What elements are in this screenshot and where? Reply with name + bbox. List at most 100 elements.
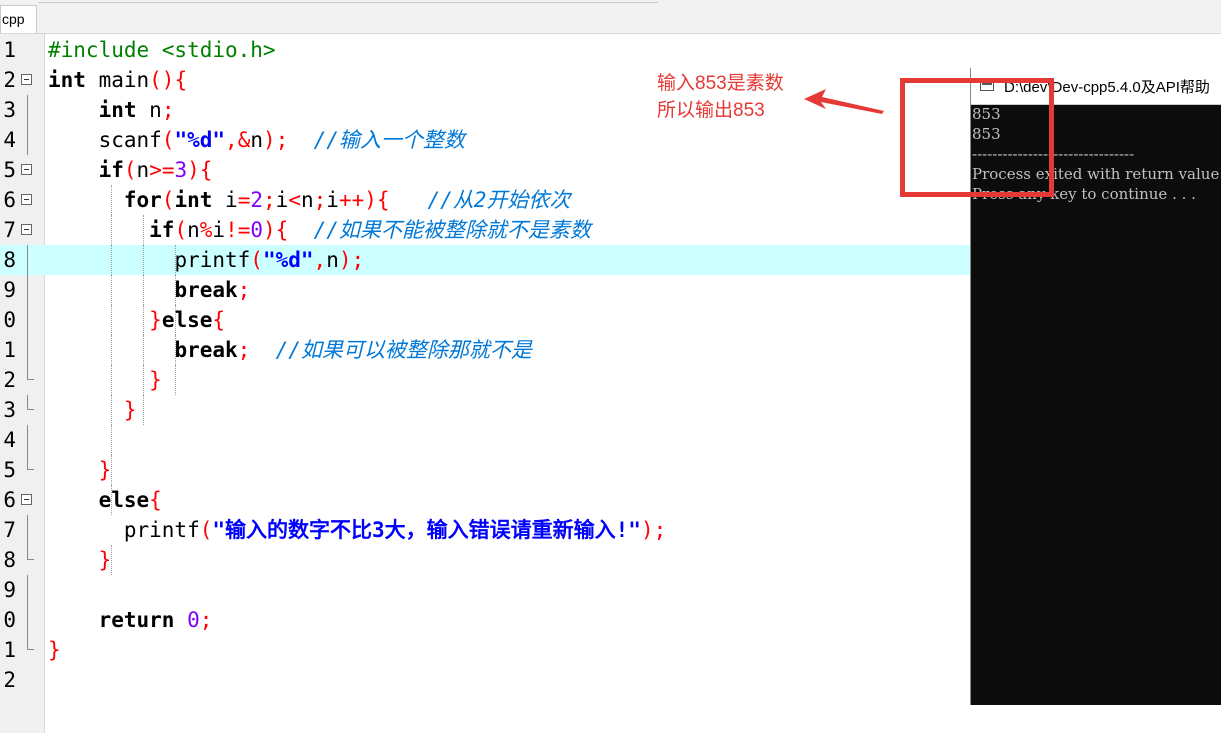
- code-token: n: [326, 248, 339, 272]
- code-token: );: [640, 518, 667, 542]
- code-token: ;: [237, 338, 251, 362]
- code-token: for: [123, 188, 162, 212]
- code-text: }: [48, 635, 61, 665]
- indent-guide: [111, 245, 112, 275]
- annotation-text: 输入853是素数 所以输出853: [657, 70, 784, 124]
- annotation-line-1: 输入853是素数: [657, 73, 784, 94]
- indent-guide: [143, 245, 144, 275]
- code-token: //输入一个整数: [313, 128, 465, 152]
- indent-guide: [111, 365, 112, 395]
- code-line[interactable]: 9: [0, 575, 971, 605]
- code-token: n: [250, 128, 263, 152]
- code-text: }: [48, 455, 112, 485]
- code-line[interactable]: 4: [0, 425, 971, 455]
- code-line[interactable]: 8 printf("%d",n);: [0, 245, 971, 275]
- line-number: 5: [3, 458, 16, 482]
- code-line[interactable]: 2: [0, 665, 971, 695]
- code-line[interactable]: 5 }: [0, 455, 971, 485]
- code-token: {: [149, 488, 162, 512]
- code-line[interactable]: 0 return 0;: [0, 605, 971, 635]
- code-line[interactable]: 4 scanf("%d",&n); //输入一个整数: [0, 125, 971, 155]
- indent-guide: [111, 215, 112, 245]
- code-line[interactable]: 1 #include <stdio.h>: [0, 35, 971, 65]
- code-line[interactable]: 2 }: [0, 365, 971, 395]
- fold-line: [27, 275, 28, 305]
- fold-line: [27, 575, 28, 605]
- line-number: 6: [3, 488, 16, 512]
- indent-guide: [143, 275, 144, 305]
- code-token: "%d": [174, 128, 226, 152]
- tab-source-file[interactable]: cpp: [0, 5, 37, 33]
- code-token: n: [300, 188, 314, 212]
- code-token: }: [149, 308, 162, 332]
- code-token: n: [136, 158, 150, 182]
- code-line[interactable]: 1}: [0, 635, 971, 665]
- code-token: i: [326, 188, 339, 212]
- code-line[interactable]: 7 printf("输入的数字不比3大，输入错误请重新输入!");: [0, 515, 971, 545]
- code-token: );: [263, 128, 289, 152]
- code-token: printf: [174, 248, 251, 272]
- indent-guide: [175, 275, 176, 305]
- line-number: 6: [3, 188, 16, 212]
- code-text: printf("%d",n);: [48, 245, 364, 275]
- code-line[interactable]: 6 else{: [0, 485, 971, 515]
- fold-end-marker: [27, 455, 34, 470]
- code-text: #include <stdio.h>: [48, 35, 276, 65]
- fold-toggle-icon[interactable]: [21, 224, 32, 235]
- code-token: ;: [161, 98, 175, 122]
- code-line[interactable]: 3 }: [0, 395, 971, 425]
- code-line[interactable]: 1 break; //如果可以被整除那就不是: [0, 335, 971, 365]
- code-token: (: [161, 128, 175, 152]
- indent-guide: [175, 245, 176, 275]
- fold-toggle-icon[interactable]: [21, 74, 32, 85]
- code-line[interactable]: 8 }: [0, 545, 971, 575]
- indent-guide: [111, 425, 112, 455]
- code-token: }: [98, 458, 112, 482]
- code-token: "%d": [262, 248, 314, 272]
- fold-toggle-icon[interactable]: [21, 194, 32, 205]
- code-text: int main(){: [48, 65, 187, 95]
- code-token: int: [174, 188, 213, 212]
- code-token: }: [98, 548, 112, 572]
- code-token: main: [85, 68, 150, 92]
- annotation-highlight-box: [900, 78, 1054, 197]
- line-number: 2: [3, 68, 16, 92]
- line-number: 3: [3, 398, 16, 422]
- code-token: "输入的数字不比3大，输入错误请重新输入!": [212, 518, 641, 542]
- code-token: //如果不能被整除就不是素数: [313, 218, 591, 242]
- fold-toggle-icon[interactable]: [21, 164, 32, 175]
- line-number: 9: [3, 578, 16, 602]
- code-token: ;: [313, 188, 327, 212]
- line-number: 4: [3, 428, 16, 452]
- code-line[interactable]: 7 if(n%i!=0){ //如果不能被整除就不是素数: [0, 215, 971, 245]
- code-token: }: [123, 398, 137, 422]
- code-line[interactable]: 0 }else{: [0, 305, 971, 335]
- indent-guide: [111, 485, 112, 515]
- fold-toggle-icon[interactable]: [21, 494, 32, 505]
- indent-guide: [111, 305, 112, 335]
- fold-line: [27, 125, 28, 155]
- code-line[interactable]: 5 if(n>=3){: [0, 155, 971, 185]
- line-number: 1: [3, 338, 16, 362]
- indent-guide: [143, 335, 144, 365]
- indent-guide: [111, 545, 112, 575]
- code-token: ;: [237, 278, 251, 302]
- code-token: break: [174, 278, 238, 302]
- line-number: 2: [3, 368, 16, 392]
- tab-bar: cpp: [0, 0, 1221, 33]
- code-token: ;: [263, 188, 276, 212]
- code-line[interactable]: 6 for(int i=2;i<n;i++){ //从2开始依次: [0, 185, 971, 215]
- code-token: !=: [225, 218, 251, 242]
- code-token: );: [338, 248, 365, 272]
- code-text: }else{: [48, 305, 225, 335]
- line-number: 0: [3, 308, 16, 332]
- code-text: scanf("%d",&n); //输入一个整数: [48, 125, 465, 155]
- code-token: int: [98, 98, 137, 122]
- line-number: 3: [3, 98, 16, 122]
- tab-divider: [0, 33, 1221, 34]
- line-number: 1: [3, 38, 16, 62]
- indent-guide: [175, 365, 176, 395]
- code-line[interactable]: 9 break;: [0, 275, 971, 305]
